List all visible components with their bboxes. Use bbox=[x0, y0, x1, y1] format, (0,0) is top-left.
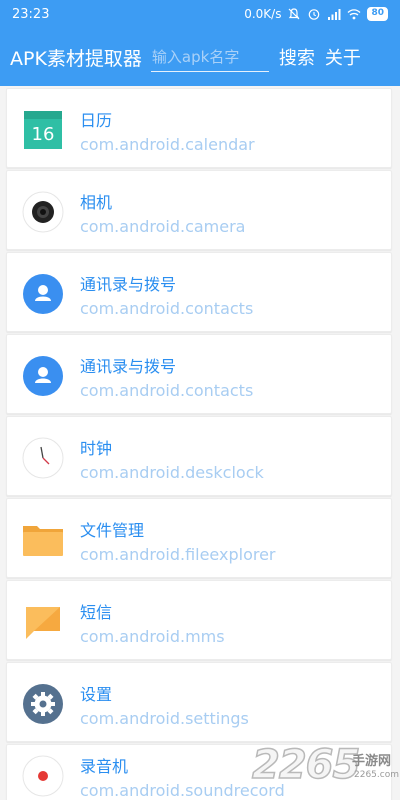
app-name: 短信 bbox=[80, 603, 113, 622]
list-item[interactable]: 通讯录与拨号 com.android.contacts bbox=[6, 334, 392, 414]
package-name: com.android.fileexplorer bbox=[80, 545, 276, 564]
package-name: com.android.calendar bbox=[80, 135, 255, 154]
app-bar: 23:23 0.0K/s 80 APK素材提取器 搜索 关于 bbox=[0, 0, 400, 86]
package-name: com.android.contacts bbox=[80, 381, 254, 400]
list-item[interactable]: 16 日历 com.android.calendar bbox=[6, 88, 392, 168]
sound-recorder-icon bbox=[22, 755, 64, 797]
list-item[interactable]: 文件管理 com.android.fileexplorer bbox=[6, 498, 392, 578]
message-icon bbox=[26, 607, 60, 639]
calendar-icon: 16 bbox=[24, 111, 62, 149]
app-name: 文件管理 bbox=[80, 521, 145, 540]
package-name: com.android.settings bbox=[80, 709, 249, 728]
status-bar: 23:23 0.0K/s 80 bbox=[0, 0, 400, 28]
contacts-icon bbox=[23, 356, 63, 396]
package-name: com.android.mms bbox=[80, 627, 225, 646]
app-name: 日历 bbox=[80, 111, 113, 130]
app-name: 通讯录与拨号 bbox=[80, 275, 177, 294]
package-name: com.android.camera bbox=[80, 217, 246, 236]
alarm-icon bbox=[309, 9, 320, 20]
app-name: 设置 bbox=[80, 685, 113, 704]
about-button[interactable]: 关于 bbox=[325, 44, 361, 70]
signal-icon bbox=[328, 9, 341, 20]
search-button[interactable]: 搜索 bbox=[279, 44, 315, 70]
list-item[interactable]: 短信 com.android.mms bbox=[6, 580, 392, 660]
bell-off-icon bbox=[289, 8, 300, 20]
package-name: com.android.contacts bbox=[80, 299, 254, 318]
contacts-icon bbox=[23, 274, 63, 314]
package-name: com.android.deskclock bbox=[80, 463, 264, 482]
app-name: 时钟 bbox=[80, 439, 113, 458]
watermark-number: 2265 bbox=[251, 741, 361, 789]
camera-icon bbox=[22, 191, 64, 233]
toolbar: APK素材提取器 搜索 关于 bbox=[0, 28, 400, 86]
app-name: 通讯录与拨号 bbox=[80, 357, 177, 376]
list-item[interactable]: 通讯录与拨号 com.android.contacts bbox=[6, 252, 392, 332]
app-name: 相机 bbox=[80, 193, 113, 212]
battery-icon: 80 bbox=[367, 7, 388, 21]
settings-gear-icon bbox=[23, 684, 63, 724]
search-input[interactable] bbox=[150, 42, 269, 72]
watermark-text: 手游网 bbox=[352, 754, 392, 769]
site-watermark: 2265 手游网 2265.com bbox=[248, 741, 399, 796]
app-name: 录音机 bbox=[80, 757, 129, 776]
list-item[interactable]: 时钟 com.android.deskclock bbox=[6, 416, 392, 496]
status-indicators: 0.0K/s 80 bbox=[244, 7, 388, 21]
list-item[interactable]: 相机 com.android.camera bbox=[6, 170, 392, 250]
status-time: 23:23 bbox=[12, 6, 50, 22]
folder-icon bbox=[23, 526, 63, 556]
app-title: APK素材提取器 bbox=[10, 47, 142, 70]
watermark-url: 2265.com bbox=[354, 770, 399, 780]
list-item[interactable]: 设置 com.android.settings bbox=[6, 662, 392, 742]
network-speed: 0.0K/s bbox=[244, 7, 282, 21]
wifi-icon bbox=[348, 9, 361, 20]
clock-icon bbox=[22, 437, 64, 479]
calendar-day-text: 16 bbox=[32, 124, 55, 145]
